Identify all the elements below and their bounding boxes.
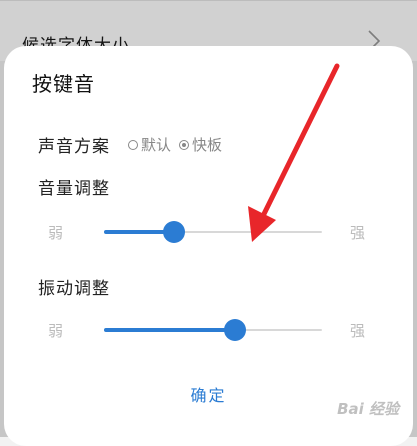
radio-default-label: 默认 bbox=[141, 136, 172, 154]
radio-default[interactable]: 默认 bbox=[128, 134, 171, 155]
key-sound-dialog: 按键音 声音方案 默认 快板 音量调整 弱 强 振动调整 弱 强 确定 bbox=[4, 46, 413, 446]
volume-label: 音量调整 bbox=[38, 179, 110, 199]
vibration-slider[interactable] bbox=[104, 318, 322, 342]
radio-checked-icon bbox=[179, 139, 190, 150]
vibration-slider-thumb[interactable] bbox=[223, 319, 246, 341]
vibration-label: 振动调整 bbox=[38, 279, 110, 299]
volume-slider-thumb[interactable] bbox=[162, 221, 185, 243]
volume-min-label: 弱 bbox=[48, 224, 64, 242]
radio-kuaiban[interactable]: 快板 bbox=[179, 134, 222, 155]
volume-slider[interactable] bbox=[104, 220, 322, 244]
dialog-title: 按键音 bbox=[32, 72, 95, 96]
volume-max-label: 强 bbox=[350, 224, 366, 242]
vibration-min-label: 弱 bbox=[48, 322, 64, 340]
vibration-slider-fill bbox=[104, 328, 235, 332]
radio-kuaiban-label: 快板 bbox=[192, 136, 223, 154]
vibration-max-label: 强 bbox=[350, 322, 366, 340]
sound-scheme-radio-group: 默认 快板 bbox=[128, 134, 230, 155]
radio-unchecked-icon bbox=[128, 139, 138, 150]
sound-scheme-label: 声音方案 bbox=[38, 137, 110, 157]
watermark: Bai 经验 bbox=[337, 400, 399, 418]
